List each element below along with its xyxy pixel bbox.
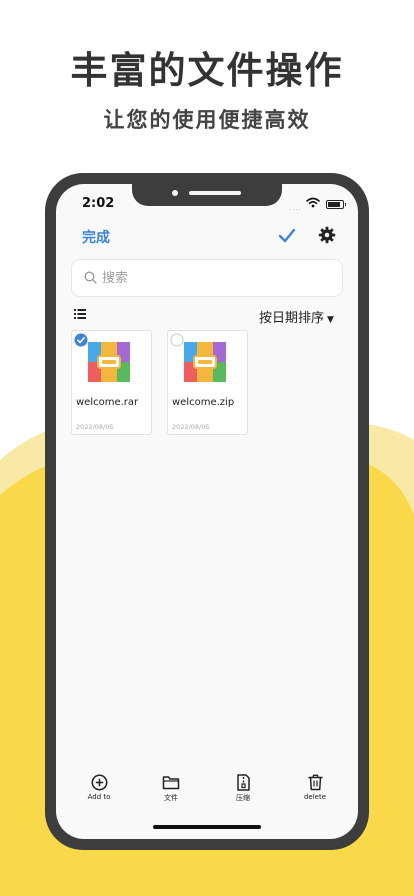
signal-dots: .... xyxy=(289,204,302,212)
wifi-icon xyxy=(306,197,320,208)
status-time: 2:02 xyxy=(82,196,115,211)
file-name: welcome.zip xyxy=(172,397,235,408)
archive-icon xyxy=(88,342,130,382)
file-card[interactable]: welcome.zip 2022/08/05 xyxy=(167,330,248,435)
phone-notch xyxy=(132,184,282,206)
selected-check-icon[interactable] xyxy=(74,333,88,347)
file-date: 2022/08/05 xyxy=(76,423,114,431)
file-name: welcome.rar xyxy=(76,397,139,408)
battery-icon xyxy=(326,200,346,209)
done-button[interactable]: 完成 xyxy=(82,227,110,247)
sort-by-date-button[interactable]: 按日期排序 ▼ xyxy=(259,307,334,326)
unselected-circle-icon[interactable] xyxy=(170,333,184,347)
search-icon xyxy=(84,271,97,284)
tab-label: 文件 xyxy=(164,794,178,802)
sort-label: 按日期排序 xyxy=(259,311,325,326)
add-to-button[interactable]: Add to xyxy=(69,774,129,801)
folder-icon xyxy=(162,776,180,790)
tab-label: delete xyxy=(303,793,327,801)
home-indicator[interactable] xyxy=(153,825,261,829)
compress-file-icon xyxy=(236,774,250,791)
phone-frame: 2:02 .... 完成 搜索 按日期排序 ▼ welcome.rar 2022… xyxy=(45,173,369,850)
files-button[interactable]: 文件 xyxy=(141,774,201,803)
search-input[interactable] xyxy=(100,267,334,289)
promo-subline: 让您的使用便捷高效 xyxy=(103,108,311,132)
compress-button[interactable]: 压缩 xyxy=(213,774,273,803)
caret-down-icon: ▼ xyxy=(327,315,334,325)
tab-label: 压缩 xyxy=(236,794,250,802)
app-screen: 2:02 .... 完成 搜索 按日期排序 ▼ welcome.rar 2022… xyxy=(56,184,358,839)
archive-icon xyxy=(184,342,226,382)
camera-dot xyxy=(172,190,178,196)
gear-icon[interactable] xyxy=(318,226,336,244)
speaker-grille xyxy=(189,191,241,195)
search-bar[interactable] xyxy=(71,259,343,297)
file-date: 2022/08/05 xyxy=(172,423,210,431)
trash-icon xyxy=(307,774,323,791)
file-card[interactable]: welcome.rar 2022/08/05 xyxy=(71,330,152,435)
add-circle-icon xyxy=(91,774,107,791)
bottom-toolbar: Add to 文件 压缩 delete xyxy=(56,774,358,814)
list-icon[interactable] xyxy=(74,309,86,319)
promo-headline: 丰富的文件操作 xyxy=(70,49,344,92)
checkmark-icon[interactable] xyxy=(278,226,296,244)
delete-button[interactable]: delete xyxy=(285,774,345,801)
tab-label: Add to xyxy=(87,793,111,801)
